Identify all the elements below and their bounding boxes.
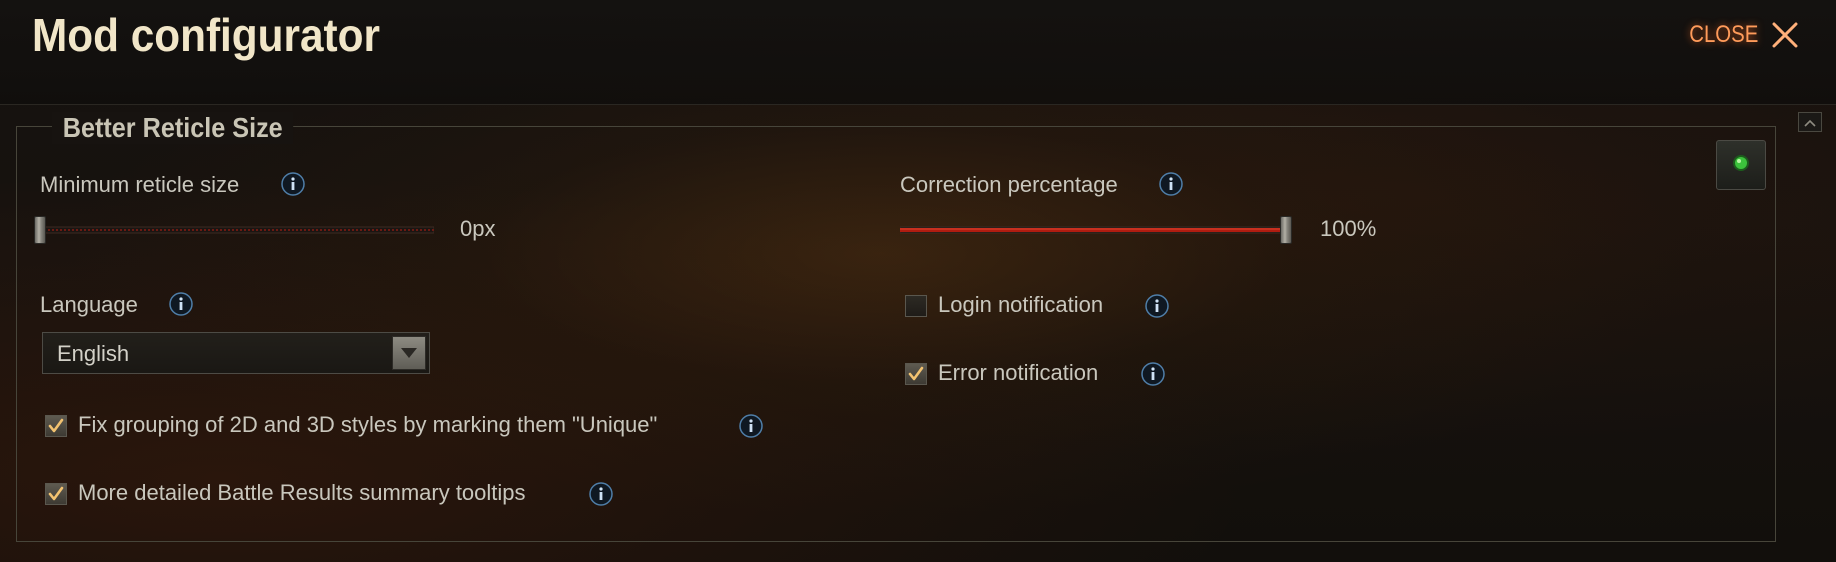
info-icon[interactable] [1141, 362, 1165, 386]
info-icon[interactable] [739, 414, 763, 438]
info-icon[interactable] [589, 482, 613, 506]
check-icon [48, 418, 64, 433]
status-button[interactable] [1716, 140, 1766, 190]
status-led-icon [1732, 154, 1750, 176]
detailed-tooltips-checkbox[interactable] [45, 483, 67, 505]
error-notification-checkbox[interactable] [905, 363, 927, 385]
min-reticle-size-label: Minimum reticle size [40, 172, 240, 197]
scroll-up-icon [1803, 113, 1817, 132]
page-title: Mod configurator [32, 9, 380, 61]
fix-grouping-checkbox[interactable] [45, 415, 67, 437]
min-reticle-size-thumb[interactable] [34, 216, 46, 244]
correction-percentage-slider[interactable] [900, 216, 1292, 244]
info-icon[interactable] [1159, 172, 1183, 196]
min-reticle-size-value: 0px [460, 216, 496, 241]
correction-percentage-label: Correction percentage [900, 172, 1118, 197]
close-label: CLOSE [1688, 21, 1758, 48]
header-bar: Mod configurator CLOSE [0, 0, 1836, 105]
login-notification-label: Login notification [938, 292, 1104, 317]
language-label: Language [40, 292, 138, 317]
correction-percentage-thumb[interactable] [1280, 216, 1292, 244]
detailed-tooltips-label: More detailed Battle Results summary too… [78, 480, 526, 505]
scroll-up-button[interactable] [1798, 112, 1822, 132]
info-icon[interactable] [1145, 294, 1169, 318]
language-select[interactable]: English [42, 332, 430, 374]
close-button[interactable]: CLOSE [1677, 20, 1800, 50]
language-selected-value: English [57, 341, 130, 366]
check-icon [48, 486, 64, 501]
check-icon [908, 366, 924, 381]
login-notification-checkbox[interactable] [905, 295, 927, 317]
mod-configurator-window: Mod configurator CLOSE Better Reticle Si… [0, 0, 1836, 562]
correction-percentage-value: 100% [1320, 216, 1377, 241]
error-notification-label: Error notification [938, 360, 1099, 385]
language-dropdown-button[interactable] [392, 336, 426, 370]
min-reticle-size-slider[interactable] [34, 216, 434, 244]
close-icon [1770, 20, 1800, 50]
fix-grouping-label: Fix grouping of 2D and 3D styles by mark… [78, 412, 658, 437]
info-icon[interactable] [169, 292, 193, 316]
info-icon[interactable] [281, 172, 305, 196]
chevron-down-icon [400, 344, 418, 363]
section-title: Better Reticle Size [52, 112, 294, 144]
